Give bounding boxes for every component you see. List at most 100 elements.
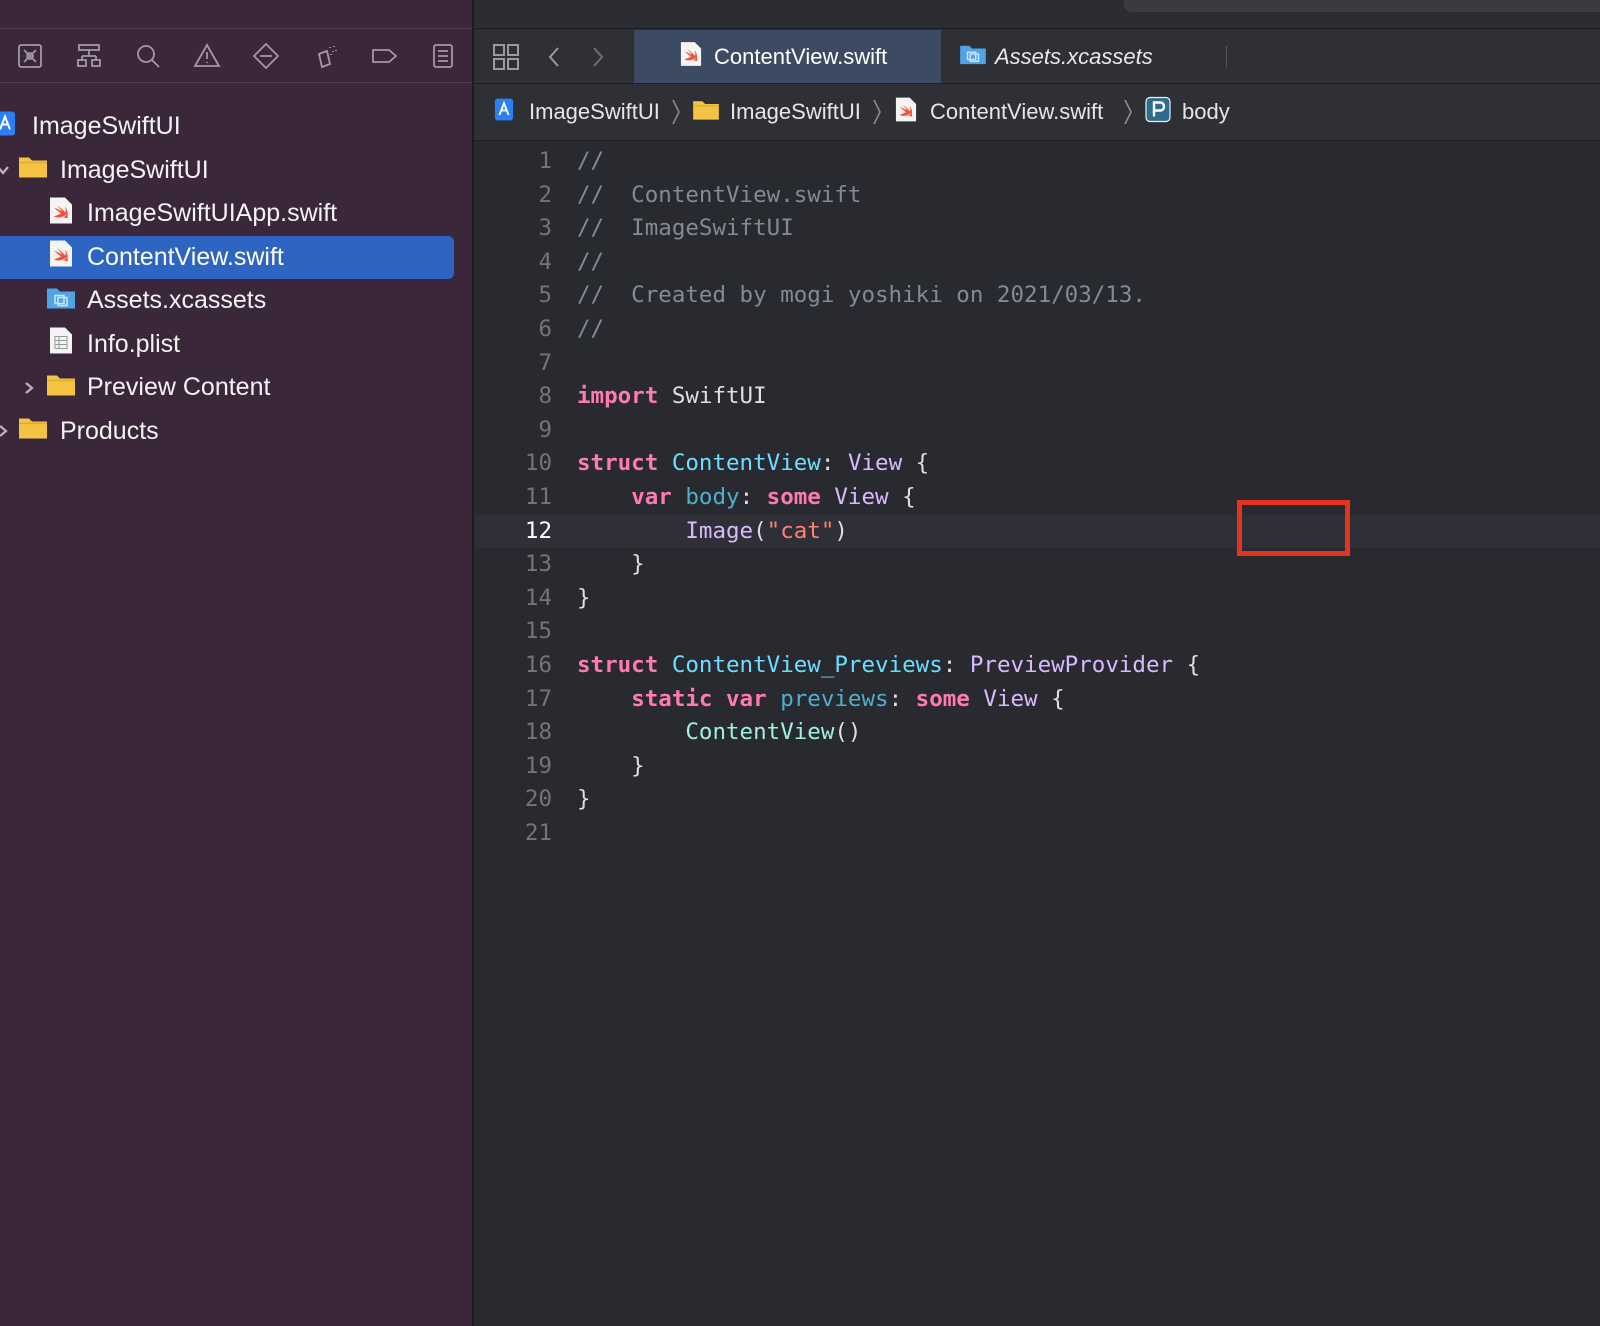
find-icon[interactable] bbox=[118, 30, 177, 82]
project-navigator-icon[interactable] bbox=[0, 30, 59, 82]
tab-label: Assets.xcassets bbox=[995, 43, 1153, 69]
breakpoint-icon[interactable] bbox=[354, 30, 413, 82]
tab-label: ContentView.swift bbox=[714, 43, 888, 69]
tree-item-label: ImageSwiftUI bbox=[60, 155, 209, 184]
folder-icon bbox=[46, 372, 76, 403]
code-line[interactable]: 14} bbox=[474, 582, 1600, 616]
code-line[interactable]: 4 // bbox=[474, 246, 1600, 280]
tree-item-contentview-swift[interactable]: ContentView.swift bbox=[0, 235, 454, 279]
related-items-icon[interactable] bbox=[484, 30, 528, 83]
code-line[interactable]: 7 bbox=[474, 347, 1600, 381]
asset-catalog-icon bbox=[46, 285, 76, 316]
code-line[interactable]: 16 struct ContentView_Previews: PreviewPr… bbox=[474, 649, 1600, 683]
source-control-icon[interactable] bbox=[59, 30, 118, 82]
code-line[interactable]: 8 import SwiftUI bbox=[474, 380, 1600, 414]
report-icon[interactable] bbox=[413, 30, 472, 82]
code-text: ContentView() bbox=[685, 719, 862, 746]
breadcrumb-project[interactable]: ImageSwiftUI bbox=[529, 84, 660, 140]
line-number: 20 bbox=[524, 786, 552, 813]
tree-item-label: Assets.xcassets bbox=[87, 286, 267, 315]
tab-bar: ContentView.swift Assets.xcassets bbox=[474, 30, 1600, 84]
line-number: 1 bbox=[538, 148, 552, 174]
line-number: 10 bbox=[524, 450, 552, 477]
line-number: 3 bbox=[538, 215, 552, 242]
tree-item-label: Preview Content bbox=[87, 373, 271, 402]
code-line[interactable]: 10 struct ContentView: View { bbox=[474, 447, 1600, 481]
breadcrumb-symbol[interactable]: body bbox=[1182, 84, 1230, 140]
line-number: 11 bbox=[524, 483, 552, 510]
line-number: 8 bbox=[538, 383, 552, 410]
breadcrumb-separator-icon bbox=[670, 98, 682, 131]
chevron-right-icon[interactable] bbox=[0, 424, 10, 438]
tree-item-label: ContentView.swift bbox=[87, 242, 284, 271]
code-editor[interactable]: 1 // 2 // ContentView.swift 3 // ImageSwift… bbox=[474, 145, 1600, 850]
tab-assets-xcassets[interactable]: Assets.xcassets bbox=[941, 30, 1209, 83]
code-text: struct ContentView: View { bbox=[577, 450, 930, 477]
property-icon bbox=[1145, 96, 1171, 128]
tree-item-label: ImageSwiftUI bbox=[32, 112, 181, 141]
plist-icon bbox=[49, 327, 73, 362]
tree-item-imageswiftuiapp-swift[interactable]: ImageSwiftUIApp.swift bbox=[0, 192, 472, 236]
tree-item-assets-xcassets[interactable]: Assets.xcassets bbox=[0, 279, 472, 323]
tree-item-group-imageswiftui[interactable]: ImageSwiftUI bbox=[0, 149, 472, 193]
file-tree: ImageSwiftUI ImageSwiftUI ImageSwiftUIAp… bbox=[0, 105, 472, 453]
code-line[interactable]: 15 bbox=[474, 615, 1600, 649]
tree-item-project[interactable]: ImageSwiftUI bbox=[0, 105, 472, 149]
folder-icon bbox=[18, 416, 48, 447]
issue-icon[interactable] bbox=[177, 30, 236, 82]
chevron-right-icon[interactable] bbox=[22, 381, 36, 395]
code-text: static var previews: some View { bbox=[631, 685, 1065, 712]
tree-item-products[interactable]: Products bbox=[0, 410, 472, 454]
window-toolbar-strip bbox=[0, 0, 472, 29]
asset-catalog-icon bbox=[959, 43, 987, 71]
code-line[interactable]: 6 // bbox=[474, 313, 1600, 347]
tree-item-preview-content[interactable]: Preview Content bbox=[0, 366, 472, 410]
code-line[interactable]: 3 // ImageSwiftUI bbox=[474, 212, 1600, 246]
code-text: var body: some View { bbox=[631, 483, 916, 510]
project-icon bbox=[0, 110, 16, 143]
breadcrumb-file[interactable]: ContentView.swift bbox=[930, 84, 1103, 140]
current-code-line[interactable]: 12 Image("cat") bbox=[474, 514, 1600, 549]
forward-chevron-icon[interactable] bbox=[578, 30, 618, 83]
code-line[interactable]: 18 ContentView() bbox=[474, 716, 1600, 750]
tab-contentview-swift[interactable]: ContentView.swift bbox=[634, 30, 941, 83]
code-line[interactable]: 9 bbox=[474, 414, 1600, 448]
code-line[interactable]: 11 var body: some View { bbox=[474, 481, 1600, 515]
code-text: } bbox=[577, 551, 645, 578]
line-number: 12 bbox=[524, 517, 552, 544]
code-line[interactable]: 1 // bbox=[474, 145, 1600, 179]
line-number: 18 bbox=[524, 719, 552, 746]
swift-file-icon bbox=[680, 41, 702, 73]
back-chevron-icon[interactable] bbox=[534, 30, 574, 83]
tree-item-info-plist[interactable]: Info.plist bbox=[0, 323, 472, 367]
test-icon[interactable] bbox=[236, 30, 295, 82]
folder-icon bbox=[18, 155, 48, 186]
annotation-highlight-box bbox=[1237, 500, 1350, 556]
tab-separator bbox=[1226, 46, 1227, 68]
code-text: // Created by mogi yoshiki on 2021/03/13… bbox=[577, 282, 1146, 309]
line-number: 19 bbox=[524, 752, 552, 779]
line-number: 21 bbox=[524, 819, 552, 846]
code-line[interactable]: 19 } bbox=[474, 750, 1600, 784]
line-number: 14 bbox=[524, 584, 552, 611]
code-line[interactable]: 17 static var previews: some View { bbox=[474, 683, 1600, 717]
code-line[interactable]: 2 // ContentView.swift bbox=[474, 179, 1600, 213]
line-number: 9 bbox=[538, 416, 552, 443]
line-number: 13 bbox=[524, 551, 552, 578]
code-line[interactable]: 20} bbox=[474, 783, 1600, 817]
code-line[interactable]: 21 bbox=[474, 817, 1600, 851]
window-toolbar-strip bbox=[474, 0, 1600, 29]
breadcrumb-group[interactable]: ImageSwiftUI bbox=[730, 84, 861, 140]
code-line[interactable]: 5 // Created by mogi yoshiki on 2021/03/1… bbox=[474, 279, 1600, 313]
breadcrumb-separator-icon bbox=[1122, 98, 1134, 131]
chevron-down-icon[interactable] bbox=[0, 163, 10, 177]
code-text: } bbox=[577, 752, 645, 779]
swift-file-icon bbox=[49, 240, 73, 275]
code-line[interactable]: 13 } bbox=[474, 548, 1600, 582]
debug-icon[interactable] bbox=[295, 30, 354, 82]
folder-icon bbox=[692, 99, 720, 126]
swift-file-icon bbox=[895, 97, 917, 128]
code-text: // bbox=[577, 315, 605, 342]
tree-item-label: Products bbox=[60, 416, 159, 445]
jump-bar: ImageSwiftUI ImageSwiftUI ContentView.sw… bbox=[474, 84, 1600, 141]
